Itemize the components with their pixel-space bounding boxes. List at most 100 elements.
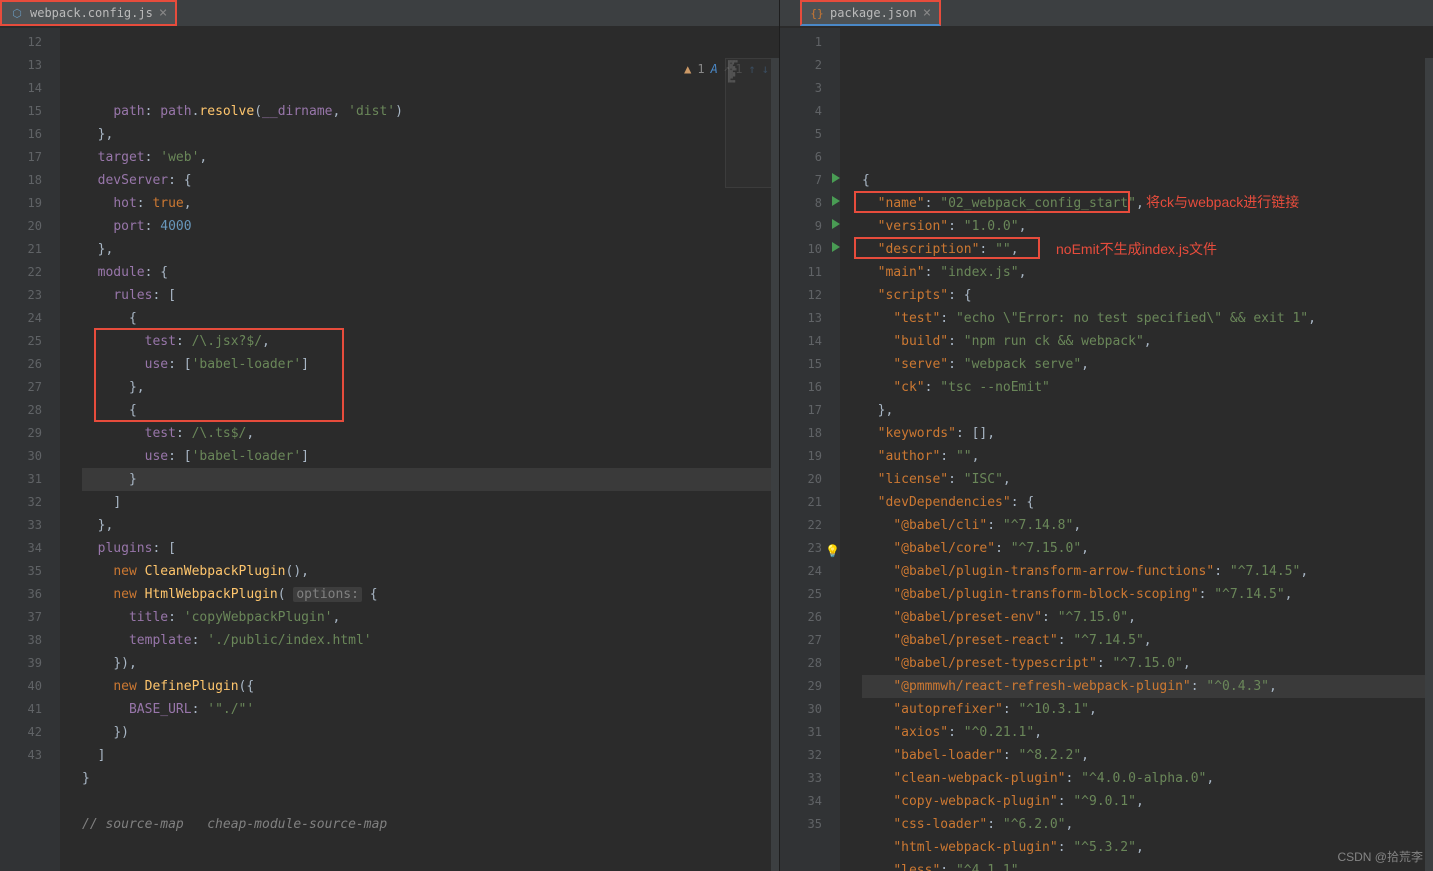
code-line[interactable]: ] xyxy=(82,491,779,514)
code-line[interactable]: "test": "echo \"Error: no test specified… xyxy=(862,307,1433,330)
code-line[interactable]: "@babel/preset-react": "^7.14.5", xyxy=(862,629,1433,652)
code-line[interactable]: plugins: [ xyxy=(82,537,779,560)
code-line[interactable]: "@babel/cli": "^7.14.8", xyxy=(862,514,1433,537)
line-number: 2 xyxy=(780,54,822,77)
code-line[interactable]: rules: [ xyxy=(82,284,779,307)
code-line[interactable]: "main": "index.js", xyxy=(862,261,1433,284)
code-line[interactable]: new DefinePlugin({ xyxy=(82,675,779,698)
right-gutter: 1234567891011121314151617181920212223💡24… xyxy=(780,28,840,871)
code-line[interactable]: { xyxy=(82,307,779,330)
code-line[interactable]: }), xyxy=(82,652,779,675)
scroll-bar[interactable] xyxy=(771,58,779,871)
code-line[interactable]: "clean-webpack-plugin": "^4.0.0-alpha.0"… xyxy=(862,767,1433,790)
code-line[interactable]: port: 4000 xyxy=(82,215,779,238)
run-icon[interactable] xyxy=(832,219,840,229)
line-number: 24 xyxy=(780,560,822,583)
code-line[interactable]: "@pmmmwh/react-refresh-webpack-plugin": … xyxy=(862,675,1433,698)
left-tab-bar: ⬡ webpack.config.js × xyxy=(0,0,779,28)
right-tab-bar: {} package.json × xyxy=(780,0,1433,28)
line-number: 8 xyxy=(780,192,822,215)
code-line[interactable]: "ck": "tsc --noEmit" xyxy=(862,376,1433,399)
left-editor-body[interactable]: 1213141516171819202122232425262728293031… xyxy=(0,28,779,871)
line-number: 26 xyxy=(0,353,42,376)
run-icon[interactable] xyxy=(832,196,840,206)
code-line[interactable]: "@babel/plugin-transform-block-scoping":… xyxy=(862,583,1433,606)
code-line[interactable] xyxy=(82,790,779,813)
line-number: 6 xyxy=(780,146,822,169)
code-line[interactable]: new CleanWebpackPlugin(), xyxy=(82,560,779,583)
code-line[interactable]: "devDependencies": { xyxy=(862,491,1433,514)
code-line[interactable]: "keywords": [], xyxy=(862,422,1433,445)
code-line[interactable]: "build": "npm run ck && webpack", xyxy=(862,330,1433,353)
close-icon[interactable]: × xyxy=(159,5,167,21)
line-number: 12 xyxy=(780,284,822,307)
line-number: 20 xyxy=(0,215,42,238)
code-line[interactable]: use: ['babel-loader'] xyxy=(82,445,779,468)
run-icon[interactable] xyxy=(832,173,840,183)
code-line[interactable]: hot: true, xyxy=(82,192,779,215)
code-line[interactable]: ] xyxy=(82,744,779,767)
code-line[interactable]: "author": "", xyxy=(862,445,1433,468)
warning-icon[interactable]: ▲ xyxy=(684,62,691,76)
line-number: 43 xyxy=(0,744,42,767)
run-icon[interactable] xyxy=(832,242,840,252)
line-number: 17 xyxy=(0,146,42,169)
line-number: 32 xyxy=(0,491,42,514)
line-number: 42 xyxy=(0,721,42,744)
code-line[interactable]: test: /\.ts$/, xyxy=(82,422,779,445)
code-line[interactable]: } xyxy=(82,468,779,491)
code-line[interactable]: }, xyxy=(862,399,1433,422)
info-icon[interactable]: A xyxy=(711,62,718,76)
close-icon[interactable]: × xyxy=(923,5,931,21)
code-line[interactable]: module: { xyxy=(82,261,779,284)
code-line[interactable]: // source-map cheap-module-source-map xyxy=(82,813,779,836)
code-line[interactable]: new HtmlWebpackPlugin( options: { xyxy=(82,583,779,606)
code-line[interactable]: "css-loader": "^6.2.0", xyxy=(862,813,1433,836)
code-line[interactable]: BASE_URL: '"./"' xyxy=(82,698,779,721)
code-line[interactable]: use: ['babel-loader'] xyxy=(82,353,779,376)
code-line[interactable]: path: path.resolve(__dirname, 'dist') xyxy=(82,100,779,123)
code-line[interactable]: "version": "1.0.0", xyxy=(862,215,1433,238)
code-line[interactable]: { xyxy=(862,169,1433,192)
code-line[interactable]: "autoprefixer": "^10.3.1", xyxy=(862,698,1433,721)
right-code-area[interactable]: 将ck与webpack进行链接 noEmit不生成index.js文件 { "n… xyxy=(840,28,1433,871)
minimap[interactable]: ██████████ ██████████████ ██████████████… xyxy=(725,58,775,188)
code-line[interactable]: }, xyxy=(82,238,779,261)
scroll-bar[interactable] xyxy=(1425,58,1433,871)
code-line[interactable]: "serve": "webpack serve", xyxy=(862,353,1433,376)
line-number: 24 xyxy=(0,307,42,330)
line-number: 15 xyxy=(780,353,822,376)
line-number: 12 xyxy=(0,31,42,54)
code-line[interactable]: target: 'web', xyxy=(82,146,779,169)
code-line[interactable]: }, xyxy=(82,514,779,537)
tab-webpack-config[interactable]: ⬡ webpack.config.js × xyxy=(0,0,177,26)
code-line[interactable]: template: './public/index.html' xyxy=(82,629,779,652)
code-line[interactable]: "name": "02_webpack_config_start", xyxy=(862,192,1433,215)
code-line[interactable]: "@babel/plugin-transform-arrow-functions… xyxy=(862,560,1433,583)
code-line[interactable]: } xyxy=(82,767,779,790)
code-line[interactable]: title: 'copyWebpackPlugin', xyxy=(82,606,779,629)
code-line[interactable]: }, xyxy=(82,123,779,146)
warning-count: 1 xyxy=(697,62,704,76)
code-line[interactable]: "description": "", xyxy=(862,238,1433,261)
code-line[interactable]: "@babel/preset-typescript": "^7.15.0", xyxy=(862,652,1433,675)
code-line[interactable]: "copy-webpack-plugin": "^9.0.1", xyxy=(862,790,1433,813)
code-line[interactable]: test: /\.jsx?$/, xyxy=(82,330,779,353)
line-number: 32 xyxy=(780,744,822,767)
code-line[interactable]: "@babel/core": "^7.15.0", xyxy=(862,537,1433,560)
line-number: 29 xyxy=(0,422,42,445)
code-line[interactable]: "babel-loader": "^8.2.2", xyxy=(862,744,1433,767)
bulb-icon[interactable]: 💡 xyxy=(825,540,840,563)
code-line[interactable]: }) xyxy=(82,721,779,744)
code-line[interactable]: devServer: { xyxy=(82,169,779,192)
code-line[interactable]: "@babel/preset-env": "^7.15.0", xyxy=(862,606,1433,629)
tab-package-json[interactable]: {} package.json × xyxy=(800,0,941,26)
right-editor-body[interactable]: 1234567891011121314151617181920212223💡24… xyxy=(780,28,1433,871)
code-line[interactable]: "license": "ISC", xyxy=(862,468,1433,491)
code-line[interactable]: "scripts": { xyxy=(862,284,1433,307)
code-line[interactable]: "axios": "^0.21.1", xyxy=(862,721,1433,744)
left-code-area[interactable]: path: path.resolve(__dirname, 'dist') },… xyxy=(60,28,779,871)
code-line[interactable]: { xyxy=(82,399,779,422)
line-number: 14 xyxy=(780,330,822,353)
code-line[interactable]: }, xyxy=(82,376,779,399)
